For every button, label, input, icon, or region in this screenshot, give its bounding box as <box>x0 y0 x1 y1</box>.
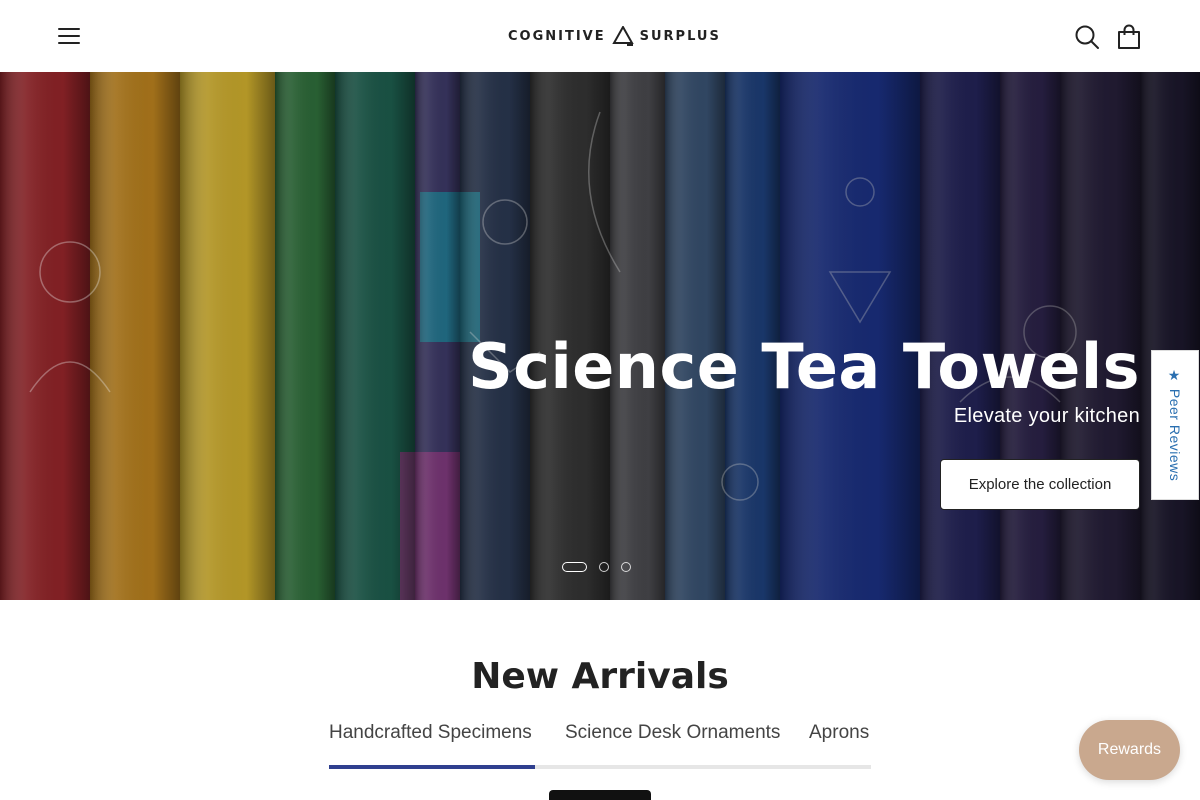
tab-aprons[interactable]: Aprons <box>809 722 869 744</box>
hero-subtitle: Elevate your kitchen <box>953 405 1140 427</box>
peer-reviews-label: ★ Peer Reviews <box>1167 368 1183 482</box>
site-logo[interactable]: COGNITIVE SURPLUS <box>508 24 721 48</box>
slideshow-dots <box>562 562 631 572</box>
tab-science-desk-ornaments[interactable]: Science Desk Ornaments <box>565 722 780 744</box>
explore-collection-button[interactable]: Explore the collection <box>940 459 1140 510</box>
site-header: COGNITIVE SURPLUS <box>0 0 1200 72</box>
new-arrivals-title: New Arrivals <box>471 656 729 697</box>
collection-button[interactable] <box>549 790 651 800</box>
hero-banner: Science Tea Towels Elevate your kitchen … <box>0 72 1200 600</box>
hamburger-menu-icon[interactable] <box>58 26 82 46</box>
slide-dot-1[interactable] <box>562 562 587 572</box>
tab-handcrafted-specimens[interactable]: Handcrafted Specimens <box>329 722 532 744</box>
logo-text-right: SURPLUS <box>639 28 721 44</box>
search-icon[interactable] <box>1074 24 1100 50</box>
rewards-button[interactable]: Rewards <box>1079 720 1180 780</box>
slide-dot-2[interactable] <box>599 562 609 572</box>
hero-title: Science Tea Towels <box>468 330 1140 403</box>
shopping-bag-icon[interactable] <box>1116 24 1142 50</box>
active-tab-indicator <box>329 765 535 769</box>
peer-reviews-tab[interactable]: ★ Peer Reviews <box>1151 350 1199 500</box>
logo-triangle-icon <box>611 26 634 46</box>
collection-tabs: Handcrafted Specimens Science Desk Ornam… <box>329 722 871 770</box>
slide-dot-3[interactable] <box>621 562 631 572</box>
logo-text-left: COGNITIVE <box>508 28 606 44</box>
